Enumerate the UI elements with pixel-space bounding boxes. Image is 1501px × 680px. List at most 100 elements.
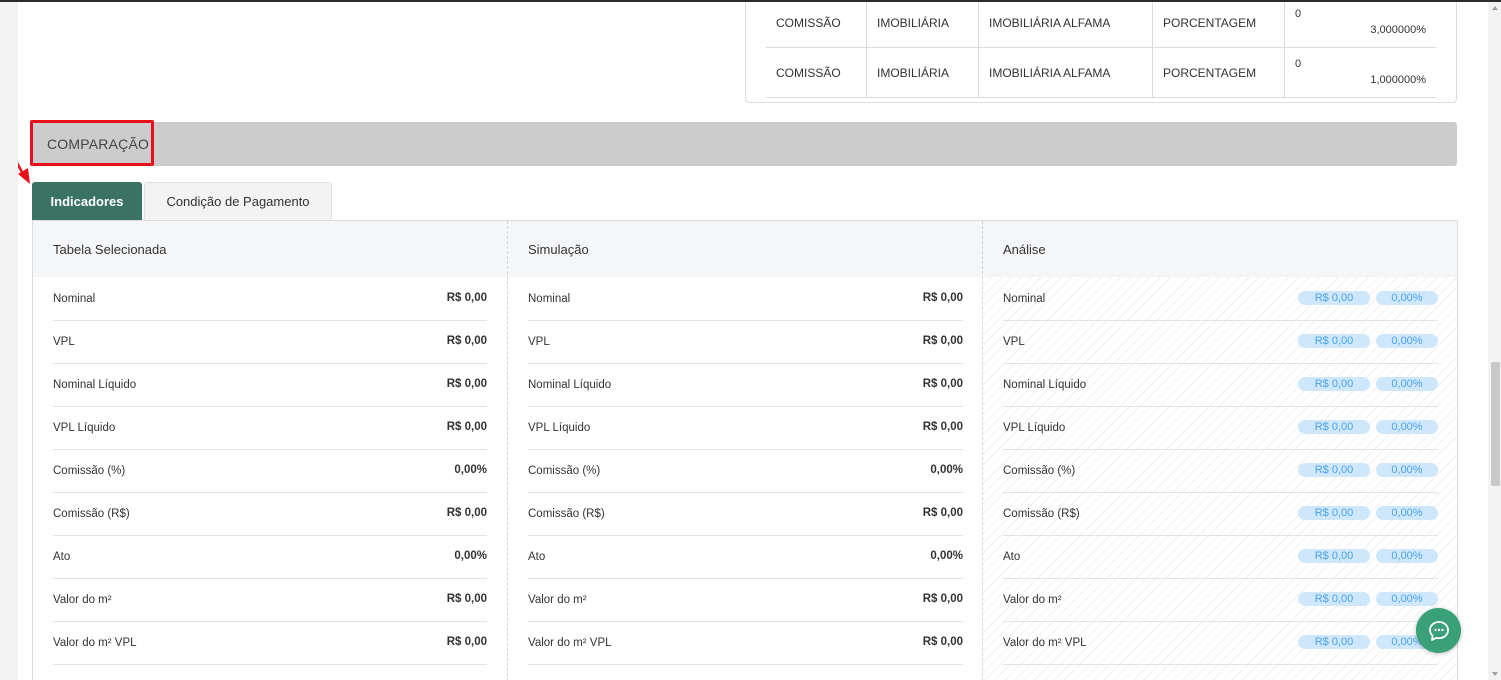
list-item: VPL R$ 0,00 xyxy=(528,320,963,364)
list-item: Comissão (%) 0,00% xyxy=(528,449,963,493)
annotation-highlight-box xyxy=(30,120,154,166)
indicator-label: Ato xyxy=(1003,551,1021,563)
analysis-percent-badge: 0,00% xyxy=(1376,506,1438,520)
commission-type-cell: COMISSÃO xyxy=(776,15,841,30)
list-item: Nominal Líquido R$ 0,00 xyxy=(53,363,487,407)
commission-name-cell: IMOBILIÁRIA ALFAMA xyxy=(978,2,1152,47)
analysis-value-badge: R$ 0,00 xyxy=(1298,549,1370,563)
commission-qty: 0 xyxy=(1295,8,1302,20)
table-row: COMISSÃO IMOBILIÁRIA IMOBILIÁRIA ALFAMA … xyxy=(766,48,1436,98)
indicator-label: Nominal Líquido xyxy=(1003,379,1087,391)
indicator-label: Comissão (%) xyxy=(1003,465,1076,477)
indicator-value: R$ 0,00 xyxy=(922,636,963,648)
list-item: Comissão (%) R$ 0,00 0,00% xyxy=(1003,449,1438,493)
column-body: Nominal R$ 0,00 VPL R$ 0,00 Nominal Líquid… xyxy=(508,277,983,680)
column-simulacao: Simulação Nominal R$ 0,00 VPL R$ 0,00 Nomi… xyxy=(507,221,983,680)
indicator-label: Comissão (%) xyxy=(528,465,601,477)
list-item: VPL Líquido R$ 0,00 xyxy=(53,406,487,450)
list-item: Valor do m² VPL R$ 0,00 xyxy=(53,621,487,665)
list-item: Nominal Líquido R$ 0,00 0,00% xyxy=(1003,363,1438,407)
indicator-label: Comissão (R$) xyxy=(53,508,130,520)
indicator-label: Valor do m² VPL xyxy=(528,637,612,649)
column-header: Tabela Selecionada xyxy=(33,221,507,277)
indicator-label: Comissão (R$) xyxy=(528,508,605,520)
indicator-value: 0,00% xyxy=(454,550,487,562)
list-item: VPL Líquido R$ 0,00 xyxy=(528,406,963,450)
commission-type-cell: COMISSÃO xyxy=(776,65,841,80)
list-item: Comissão (%) 0,00% xyxy=(53,449,487,493)
commission-name-cell: IMOBILIÁRIA ALFAMA xyxy=(978,48,1152,97)
chat-button[interactable] xyxy=(1416,608,1461,653)
indicator-label: VPL Líquido xyxy=(53,422,116,434)
analysis-percent-badge: 0,00% xyxy=(1376,420,1438,434)
scrollbar-thumb[interactable] xyxy=(1491,362,1500,486)
list-item: VPL Líquido R$ 0,00 0,00% xyxy=(1003,406,1438,450)
indicator-value: 0,00% xyxy=(930,550,963,562)
indicator-value: 0,00% xyxy=(454,464,487,476)
list-item: Valor do m² VPL R$ 0,00 0,00% xyxy=(1003,621,1438,665)
indicator-label: Valor do m² xyxy=(1003,594,1062,606)
commission-table: COMISSÃO IMOBILIÁRIA IMOBILIÁRIA ALFAMA … xyxy=(745,2,1457,103)
indicator-label: VPL xyxy=(528,336,550,348)
commission-mode-cell: PORCENTAGEM xyxy=(1152,48,1284,97)
list-item: Nominal R$ 0,00 xyxy=(528,277,963,321)
indicator-label: Valor do m² xyxy=(53,594,112,606)
list-item: VPL R$ 0,00 xyxy=(53,320,487,364)
indicator-value: 0,00% xyxy=(930,464,963,476)
indicator-label: Nominal xyxy=(1003,293,1046,305)
tab-indicadores[interactable]: Indicadores xyxy=(32,182,142,220)
comparacao-section-header[interactable]: COMPARAÇÃO xyxy=(30,122,1457,166)
list-item: Valor do m² R$ 0,00 0,00% xyxy=(1003,578,1438,622)
indicator-value: R$ 0,00 xyxy=(446,593,487,605)
list-item: Ato R$ 0,00 0,00% xyxy=(1003,535,1438,579)
list-item: Ato 0,00% xyxy=(53,535,487,579)
commission-category-cell: IMOBILIÁRIA xyxy=(866,48,978,97)
indicator-value: R$ 0,00 xyxy=(922,335,963,347)
indicator-value: R$ 0,00 xyxy=(922,507,963,519)
page-scrollbar[interactable] xyxy=(1489,2,1501,680)
analysis-value-badge: R$ 0,00 xyxy=(1298,635,1370,649)
analysis-value-badge: R$ 0,00 xyxy=(1298,506,1370,520)
indicator-value: R$ 0,00 xyxy=(446,335,487,347)
indicator-value: R$ 0,00 xyxy=(446,292,487,304)
indicator-label: Comissão (%) xyxy=(53,465,126,477)
list-item: Nominal Líquido R$ 0,00 xyxy=(528,363,963,407)
analysis-percent-badge: 0,00% xyxy=(1376,377,1438,391)
indicator-label: VPL Líquido xyxy=(1003,422,1066,434)
indicator-label: Comissão (R$) xyxy=(1003,508,1080,520)
commission-percent: 1,000000% xyxy=(1370,74,1426,86)
column-tabela-selecionada: Tabela Selecionada Nominal R$ 0,00 VPL R$ … xyxy=(33,221,507,680)
list-item: Nominal R$ 0,00 0,00% xyxy=(1003,277,1438,321)
indicator-label: VPL xyxy=(1003,336,1025,348)
commission-category-cell: IMOBILIÁRIA xyxy=(866,2,978,47)
table-row: COMISSÃO IMOBILIÁRIA IMOBILIÁRIA ALFAMA … xyxy=(766,2,1436,48)
list-item: Valor do m² R$ 0,00 xyxy=(53,578,487,622)
column-body: Nominal R$ 0,00 VPL R$ 0,00 Nominal Líquid… xyxy=(33,277,507,680)
indicator-label: Valor do m² xyxy=(528,594,587,606)
indicator-value: R$ 0,00 xyxy=(446,636,487,648)
scroll-down-icon[interactable] xyxy=(1492,672,1498,676)
tab-condicao-pagamento[interactable]: Condição de Pagamento xyxy=(144,182,332,220)
list-item: Ato 0,00% xyxy=(528,535,963,579)
commission-value-cell: 0 3,000000% xyxy=(1284,2,1436,47)
page: COMISSÃO IMOBILIÁRIA IMOBILIÁRIA ALFAMA … xyxy=(0,0,1501,680)
indicator-label: Ato xyxy=(528,551,546,563)
commission-qty: 0 xyxy=(1295,58,1302,70)
column-body: Nominal R$ 0,00 0,00% VPL R$ 0,00 0,00% Nomi… xyxy=(983,277,1457,680)
list-item: VPL R$ 0,00 0,00% xyxy=(1003,320,1438,364)
analysis-value-badge: R$ 0,00 xyxy=(1298,334,1370,348)
column-header: Análise xyxy=(983,221,1457,277)
indicator-label: VPL Líquido xyxy=(528,422,591,434)
indicator-value: R$ 0,00 xyxy=(446,421,487,433)
scroll-up-icon[interactable] xyxy=(1492,6,1498,10)
list-item: Comissão (R$) R$ 0,00 xyxy=(528,492,963,536)
red-arrow-icon xyxy=(18,161,30,184)
list-item: Valor do m² R$ 0,00 xyxy=(528,578,963,622)
indicator-label: Nominal xyxy=(528,293,571,305)
indicator-label: Valor do m² VPL xyxy=(1003,637,1087,649)
commission-percent: 3,000000% xyxy=(1370,24,1426,36)
analysis-percent-badge: 0,00% xyxy=(1376,592,1438,606)
indicator-label: Ato xyxy=(53,551,71,563)
analysis-percent-badge: 0,00% xyxy=(1376,291,1438,305)
indicator-value: R$ 0,00 xyxy=(922,593,963,605)
